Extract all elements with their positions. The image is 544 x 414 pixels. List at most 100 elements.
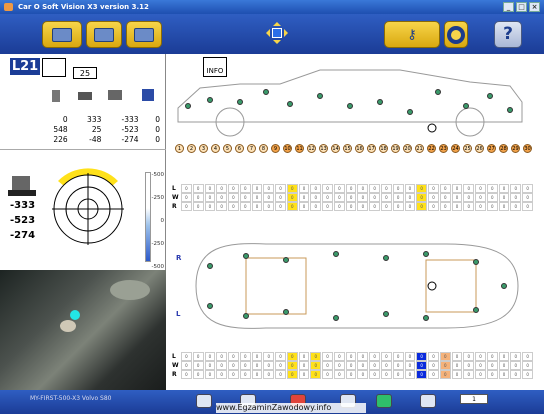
grid-cell[interactable]: 0 xyxy=(416,370,428,379)
grid-cell[interactable]: 0 xyxy=(522,361,533,370)
grid-cell[interactable]: 0 xyxy=(345,352,357,361)
grid-cell[interactable]: 0 xyxy=(498,361,510,370)
grid-cell[interactable]: 0 xyxy=(275,184,286,193)
car-select-button[interactable] xyxy=(86,21,122,48)
grid-cell[interactable]: 0 xyxy=(263,184,275,193)
grid-cell[interactable]: 0 xyxy=(475,202,486,211)
grid-cell[interactable]: 0 xyxy=(510,193,522,202)
point-number-badge[interactable]: 21 xyxy=(415,144,424,153)
grid-cell[interactable]: 0 xyxy=(486,202,498,211)
grid-cell[interactable]: 0 xyxy=(310,361,322,370)
grid-cell[interactable]: 0 xyxy=(404,361,416,370)
point-number-badge[interactable]: 23 xyxy=(439,144,448,153)
vehicle-data-button[interactable] xyxy=(42,21,82,48)
grid-cell[interactable]: 0 xyxy=(404,352,416,361)
point-number-badge[interactable]: 18 xyxy=(379,144,388,153)
grid-cell[interactable]: 0 xyxy=(428,184,439,193)
grid-cell[interactable]: 0 xyxy=(333,361,345,370)
grid-cell[interactable]: 0 xyxy=(204,184,216,193)
grid-cell[interactable]: 0 xyxy=(428,370,439,379)
grid-cell[interactable]: 0 xyxy=(181,202,192,211)
grid-cell[interactable]: 0 xyxy=(475,370,486,379)
grid-cell[interactable]: 0 xyxy=(310,352,322,361)
grid-cell[interactable]: 0 xyxy=(428,202,439,211)
grid-cell[interactable]: 0 xyxy=(510,184,522,193)
grid-cell[interactable]: 0 xyxy=(404,202,416,211)
grid-cell[interactable]: 0 xyxy=(510,202,522,211)
point-number-badge[interactable]: 13 xyxy=(319,144,328,153)
grid-cell[interactable]: 0 xyxy=(322,361,333,370)
minimize-icon[interactable]: _ xyxy=(503,2,514,12)
grid-cell[interactable]: 0 xyxy=(263,352,275,361)
grid-cell[interactable]: 0 xyxy=(345,361,357,370)
grid-cell[interactable]: 0 xyxy=(522,352,533,361)
point-number-badge[interactable]: 7 xyxy=(247,144,256,153)
grid-cell[interactable]: 0 xyxy=(369,361,381,370)
grid-cell[interactable]: 0 xyxy=(439,193,451,202)
grid-cell[interactable]: 0 xyxy=(428,352,439,361)
grid-cell[interactable]: 0 xyxy=(181,184,192,193)
grid-cell[interactable]: 0 xyxy=(486,352,498,361)
point-number-badge[interactable]: 12 xyxy=(307,144,316,153)
center-icon[interactable] xyxy=(272,28,282,38)
grid-cell[interactable]: 0 xyxy=(404,370,416,379)
grid-cell[interactable]: 0 xyxy=(439,202,451,211)
arrow-down-icon[interactable] xyxy=(273,40,281,48)
grid-cell[interactable]: 0 xyxy=(204,193,216,202)
grid-cell[interactable]: 0 xyxy=(310,202,322,211)
grid-cell[interactable]: 0 xyxy=(345,184,357,193)
grid-cell[interactable]: 0 xyxy=(392,202,404,211)
grid-cell[interactable]: 0 xyxy=(392,184,404,193)
grid-cell[interactable]: 0 xyxy=(428,361,439,370)
grid-cell[interactable]: 0 xyxy=(192,352,204,361)
grid-cell[interactable]: 0 xyxy=(286,352,298,361)
point-number-badge[interactable]: 27 xyxy=(487,144,496,153)
grid-cell[interactable]: 0 xyxy=(451,184,463,193)
point-number-badge[interactable]: 2 xyxy=(187,144,196,153)
grid-cell[interactable]: 0 xyxy=(498,184,510,193)
grid-cell[interactable]: 0 xyxy=(392,370,404,379)
grid-cell[interactable]: 0 xyxy=(322,370,333,379)
grid-cell[interactable]: 0 xyxy=(263,370,275,379)
point-number-badge[interactable]: 4 xyxy=(211,144,220,153)
grid-cell[interactable]: 0 xyxy=(333,202,345,211)
grid-cell[interactable]: 0 xyxy=(286,202,298,211)
grid-cell[interactable]: 0 xyxy=(333,184,345,193)
grid-cell[interactable]: 0 xyxy=(322,352,333,361)
grid-cell[interactable]: 0 xyxy=(498,352,510,361)
point-number-badge[interactable]: 8 xyxy=(259,144,268,153)
grid-cell[interactable]: 0 xyxy=(192,370,204,379)
point-number-badge[interactable]: 5 xyxy=(223,144,232,153)
point-number-badge[interactable]: 17 xyxy=(367,144,376,153)
grid-cell[interactable]: 0 xyxy=(369,370,381,379)
grid-cell[interactable]: 0 xyxy=(475,184,486,193)
point-number-badge[interactable]: 1 xyxy=(175,144,184,153)
grid-cell[interactable]: 0 xyxy=(298,361,310,370)
grid-cell[interactable]: 0 xyxy=(463,193,475,202)
grid-cell[interactable]: 0 xyxy=(357,370,369,379)
grid-cell[interactable]: 0 xyxy=(286,193,298,202)
grid-cell[interactable]: 0 xyxy=(181,352,192,361)
grid-cell[interactable]: 0 xyxy=(369,193,381,202)
grid-cell[interactable]: 0 xyxy=(181,193,192,202)
point-number-badge[interactable]: 22 xyxy=(427,144,436,153)
grid-cell[interactable]: 0 xyxy=(369,184,381,193)
grid-cell[interactable]: 0 xyxy=(463,361,475,370)
grid-cell[interactable]: 0 xyxy=(357,202,369,211)
grid-cell[interactable]: 0 xyxy=(439,352,451,361)
grid-cell[interactable]: 0 xyxy=(275,202,286,211)
grid-cell[interactable]: 0 xyxy=(416,184,428,193)
grid-cell[interactable]: 0 xyxy=(357,361,369,370)
grid-cell[interactable]: 0 xyxy=(522,193,533,202)
grid-cell[interactable]: 0 xyxy=(439,370,451,379)
grid-cell[interactable]: 0 xyxy=(322,193,333,202)
grid-cell[interactable]: 0 xyxy=(286,361,298,370)
grid-cell[interactable]: 0 xyxy=(392,361,404,370)
grid-cell[interactable]: 0 xyxy=(298,370,310,379)
point-number-badge[interactable]: 14 xyxy=(331,144,340,153)
grid-cell[interactable]: 0 xyxy=(251,193,263,202)
grid-cell[interactable]: 0 xyxy=(486,370,498,379)
grid-cell[interactable]: 0 xyxy=(463,184,475,193)
grid-cell[interactable]: 0 xyxy=(298,352,310,361)
grid-cell[interactable]: 0 xyxy=(228,370,239,379)
